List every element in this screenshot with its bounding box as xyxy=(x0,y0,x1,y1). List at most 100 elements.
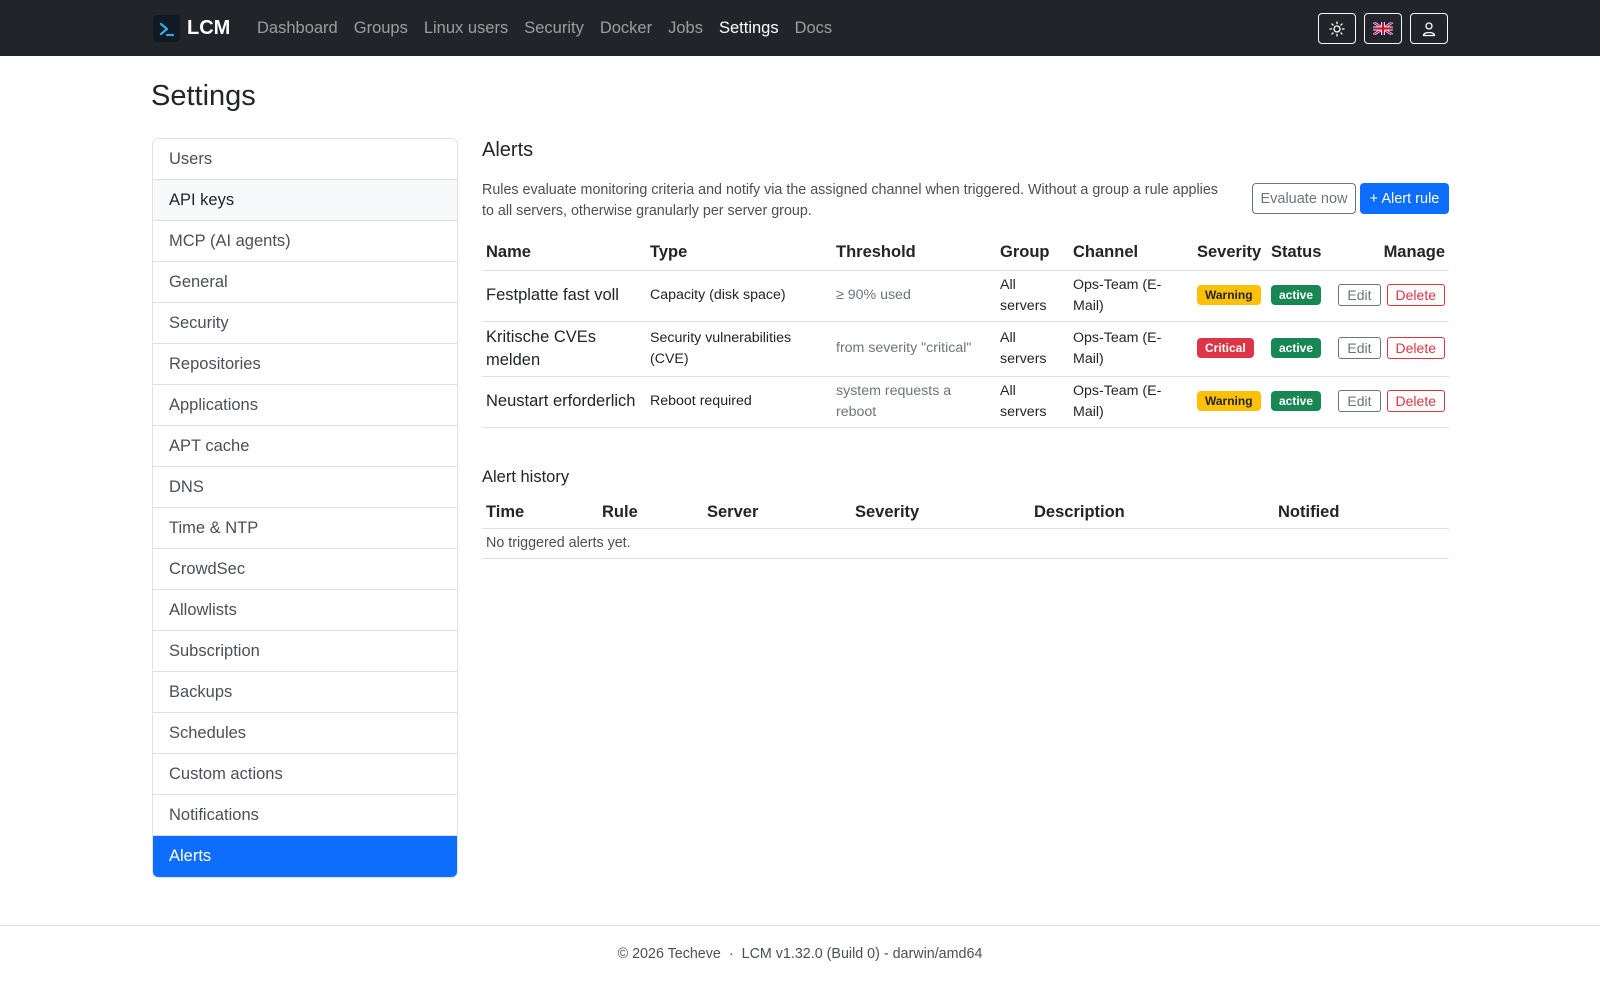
table-row: Festplatte fast voll Capacity (disk space… xyxy=(482,270,1449,322)
sidebar-item-applications[interactable]: Applications xyxy=(153,385,457,426)
edit-rule-button[interactable]: Edit xyxy=(1338,390,1381,412)
sidebar-item-general[interactable]: General xyxy=(153,262,457,303)
sidebar-item-apt-cache[interactable]: APT cache xyxy=(153,426,457,467)
footer-copyright: © 2026 Techeve xyxy=(617,946,721,962)
sidebar-item-dns[interactable]: DNS xyxy=(153,467,457,508)
sidebar-item-api-keys[interactable]: API keys xyxy=(153,180,457,221)
add-alert-rule-button[interactable]: + Alert rule xyxy=(1360,183,1449,214)
sidebar-item-mcp-ai-agents[interactable]: MCP (AI agents) xyxy=(153,221,457,262)
rule-channel: Ops-Team (E-Mail) xyxy=(1069,376,1193,428)
brand-name: LCM xyxy=(187,17,231,39)
sidebar-item-time-ntp[interactable]: Time & NTP xyxy=(153,508,457,549)
rule-status-cell: active xyxy=(1267,321,1327,377)
nav-link-docker[interactable]: Docker xyxy=(592,19,660,38)
table-header-row: Name Type Threshold Group Channel Severity Sta… xyxy=(482,236,1449,271)
table-header-row: Time Rule Server Severity Description Notifie… xyxy=(482,498,1449,529)
delete-rule-button[interactable]: Delete xyxy=(1386,390,1445,412)
table-row: Kritische CVEs melden Security vulnerabil… xyxy=(482,321,1449,377)
sidebar-item-crowdsec[interactable]: CrowdSec xyxy=(153,549,457,590)
sidebar-item-backups[interactable]: Backups xyxy=(153,672,457,713)
rule-type: Reboot required xyxy=(646,376,832,428)
status-badge: active xyxy=(1271,285,1322,305)
severity-badge: Critical xyxy=(1197,338,1254,358)
status-badge: active xyxy=(1271,338,1322,358)
rule-threshold: from severity "critical" xyxy=(832,321,996,377)
nav-link-jobs[interactable]: Jobs xyxy=(660,19,711,38)
nav-link-docs[interactable]: Docs xyxy=(787,19,841,38)
rule-manage-cell: Edit Delete xyxy=(1327,321,1449,377)
table-row: Neustart erforderlich Reboot required syst… xyxy=(482,376,1449,428)
alert-history-table: Time Rule Server Severity Description Notifie… xyxy=(482,498,1449,559)
rule-group: All servers xyxy=(996,270,1069,322)
sun-icon xyxy=(1329,20,1345,37)
column-header-threshold: Threshold xyxy=(832,236,996,271)
sidebar-item-allowlists[interactable]: Allowlists xyxy=(153,590,457,631)
alert-history-title: Alert history xyxy=(482,468,570,486)
nav-link-security[interactable]: Security xyxy=(516,19,592,38)
footer-separator: · xyxy=(728,946,734,962)
column-header-status: Status xyxy=(1267,236,1327,271)
sidebar-item-subscription[interactable]: Subscription xyxy=(153,631,457,672)
column-header-time: Time xyxy=(482,498,598,529)
rule-severity-cell: Warning xyxy=(1193,376,1267,428)
rule-group: All servers xyxy=(996,321,1069,377)
rule-type: Capacity (disk space) xyxy=(646,270,832,322)
evaluate-now-button[interactable]: Evaluate now xyxy=(1252,183,1356,214)
rule-threshold: system requests a reboot xyxy=(832,376,996,428)
sidebar-item-schedules[interactable]: Schedules xyxy=(153,713,457,754)
edit-rule-button[interactable]: Edit xyxy=(1338,337,1381,359)
table-row: No triggered alerts yet. xyxy=(482,528,1449,559)
column-header-name: Name xyxy=(482,236,646,271)
rule-manage-cell: Edit Delete xyxy=(1327,376,1449,428)
rule-status-cell: active xyxy=(1267,270,1327,322)
theme-toggle-button[interactable] xyxy=(1318,13,1356,44)
settings-sidebar: Users API keys MCP (AI agents) General Secur… xyxy=(152,138,458,878)
alerts-description: Rules evaluate monitoring criteria and n… xyxy=(482,182,1218,219)
footer: © 2026 Techeve · LCM v1.32.0 (Build 0) -… xyxy=(0,925,1600,1000)
footer-version: LCM v1.32.0 (Build 0) - darwin/amd64 xyxy=(741,946,983,962)
column-header-group: Group xyxy=(996,236,1069,271)
column-header-channel: Channel xyxy=(1069,236,1193,271)
sidebar-item-alerts[interactable]: Alerts xyxy=(153,836,457,877)
sidebar-item-security[interactable]: Security xyxy=(153,303,457,344)
rule-name: Festplatte fast voll xyxy=(482,270,646,322)
sidebar-item-custom-actions[interactable]: Custom actions xyxy=(153,754,457,795)
column-header-severity: Severity xyxy=(1193,236,1267,271)
sidebar-item-notifications[interactable]: Notifications xyxy=(153,795,457,836)
severity-badge: Warning xyxy=(1197,285,1261,305)
rule-name: Neustart erforderlich xyxy=(482,376,646,428)
delete-rule-button[interactable]: Delete xyxy=(1386,337,1445,359)
rule-threshold: ≥ 90% used xyxy=(832,270,996,322)
nav-links: Dashboard Groups Linux users Security Docker… xyxy=(249,0,840,56)
empty-history-message: No triggered alerts yet. xyxy=(482,528,1449,559)
top-navbar: LCM Dashboard Groups Linux users Security Do… xyxy=(0,0,1600,56)
nav-link-settings[interactable]: Settings xyxy=(711,19,787,38)
page-title: Settings xyxy=(151,80,256,112)
rule-name: Kritische CVEs melden xyxy=(482,321,646,377)
column-header-notified: Notified xyxy=(1274,498,1449,529)
rule-status-cell: active xyxy=(1267,376,1327,428)
rule-type: Security vulnerabilities (CVE) xyxy=(646,321,832,377)
brand[interactable]: LCM xyxy=(153,15,230,42)
rule-manage-cell: Edit Delete xyxy=(1327,270,1449,322)
column-header-severity: Severity xyxy=(851,498,1030,529)
edit-rule-button[interactable]: Edit xyxy=(1338,284,1381,306)
rule-severity-cell: Warning xyxy=(1193,270,1267,322)
column-header-type: Type xyxy=(646,236,832,271)
nav-link-dashboard[interactable]: Dashboard xyxy=(249,19,346,38)
rule-group: All servers xyxy=(996,376,1069,428)
delete-rule-button[interactable]: Delete xyxy=(1386,284,1445,306)
language-button[interactable] xyxy=(1364,13,1402,44)
alert-rules-table: Name Type Threshold Group Channel Severity Sta… xyxy=(482,236,1449,428)
nav-link-groups[interactable]: Groups xyxy=(346,19,416,38)
sidebar-item-repositories[interactable]: Repositories xyxy=(153,344,457,385)
nav-link-linux-users[interactable]: Linux users xyxy=(416,19,516,38)
user-menu-button[interactable] xyxy=(1410,13,1448,44)
severity-badge: Warning xyxy=(1197,391,1261,411)
column-header-server: Server xyxy=(703,498,851,529)
terminal-logo-icon xyxy=(153,15,180,42)
uk-flag-icon xyxy=(1373,22,1393,35)
rule-severity-cell: Critical xyxy=(1193,321,1267,377)
sidebar-item-users[interactable]: Users xyxy=(153,139,457,180)
user-icon xyxy=(1422,21,1436,36)
